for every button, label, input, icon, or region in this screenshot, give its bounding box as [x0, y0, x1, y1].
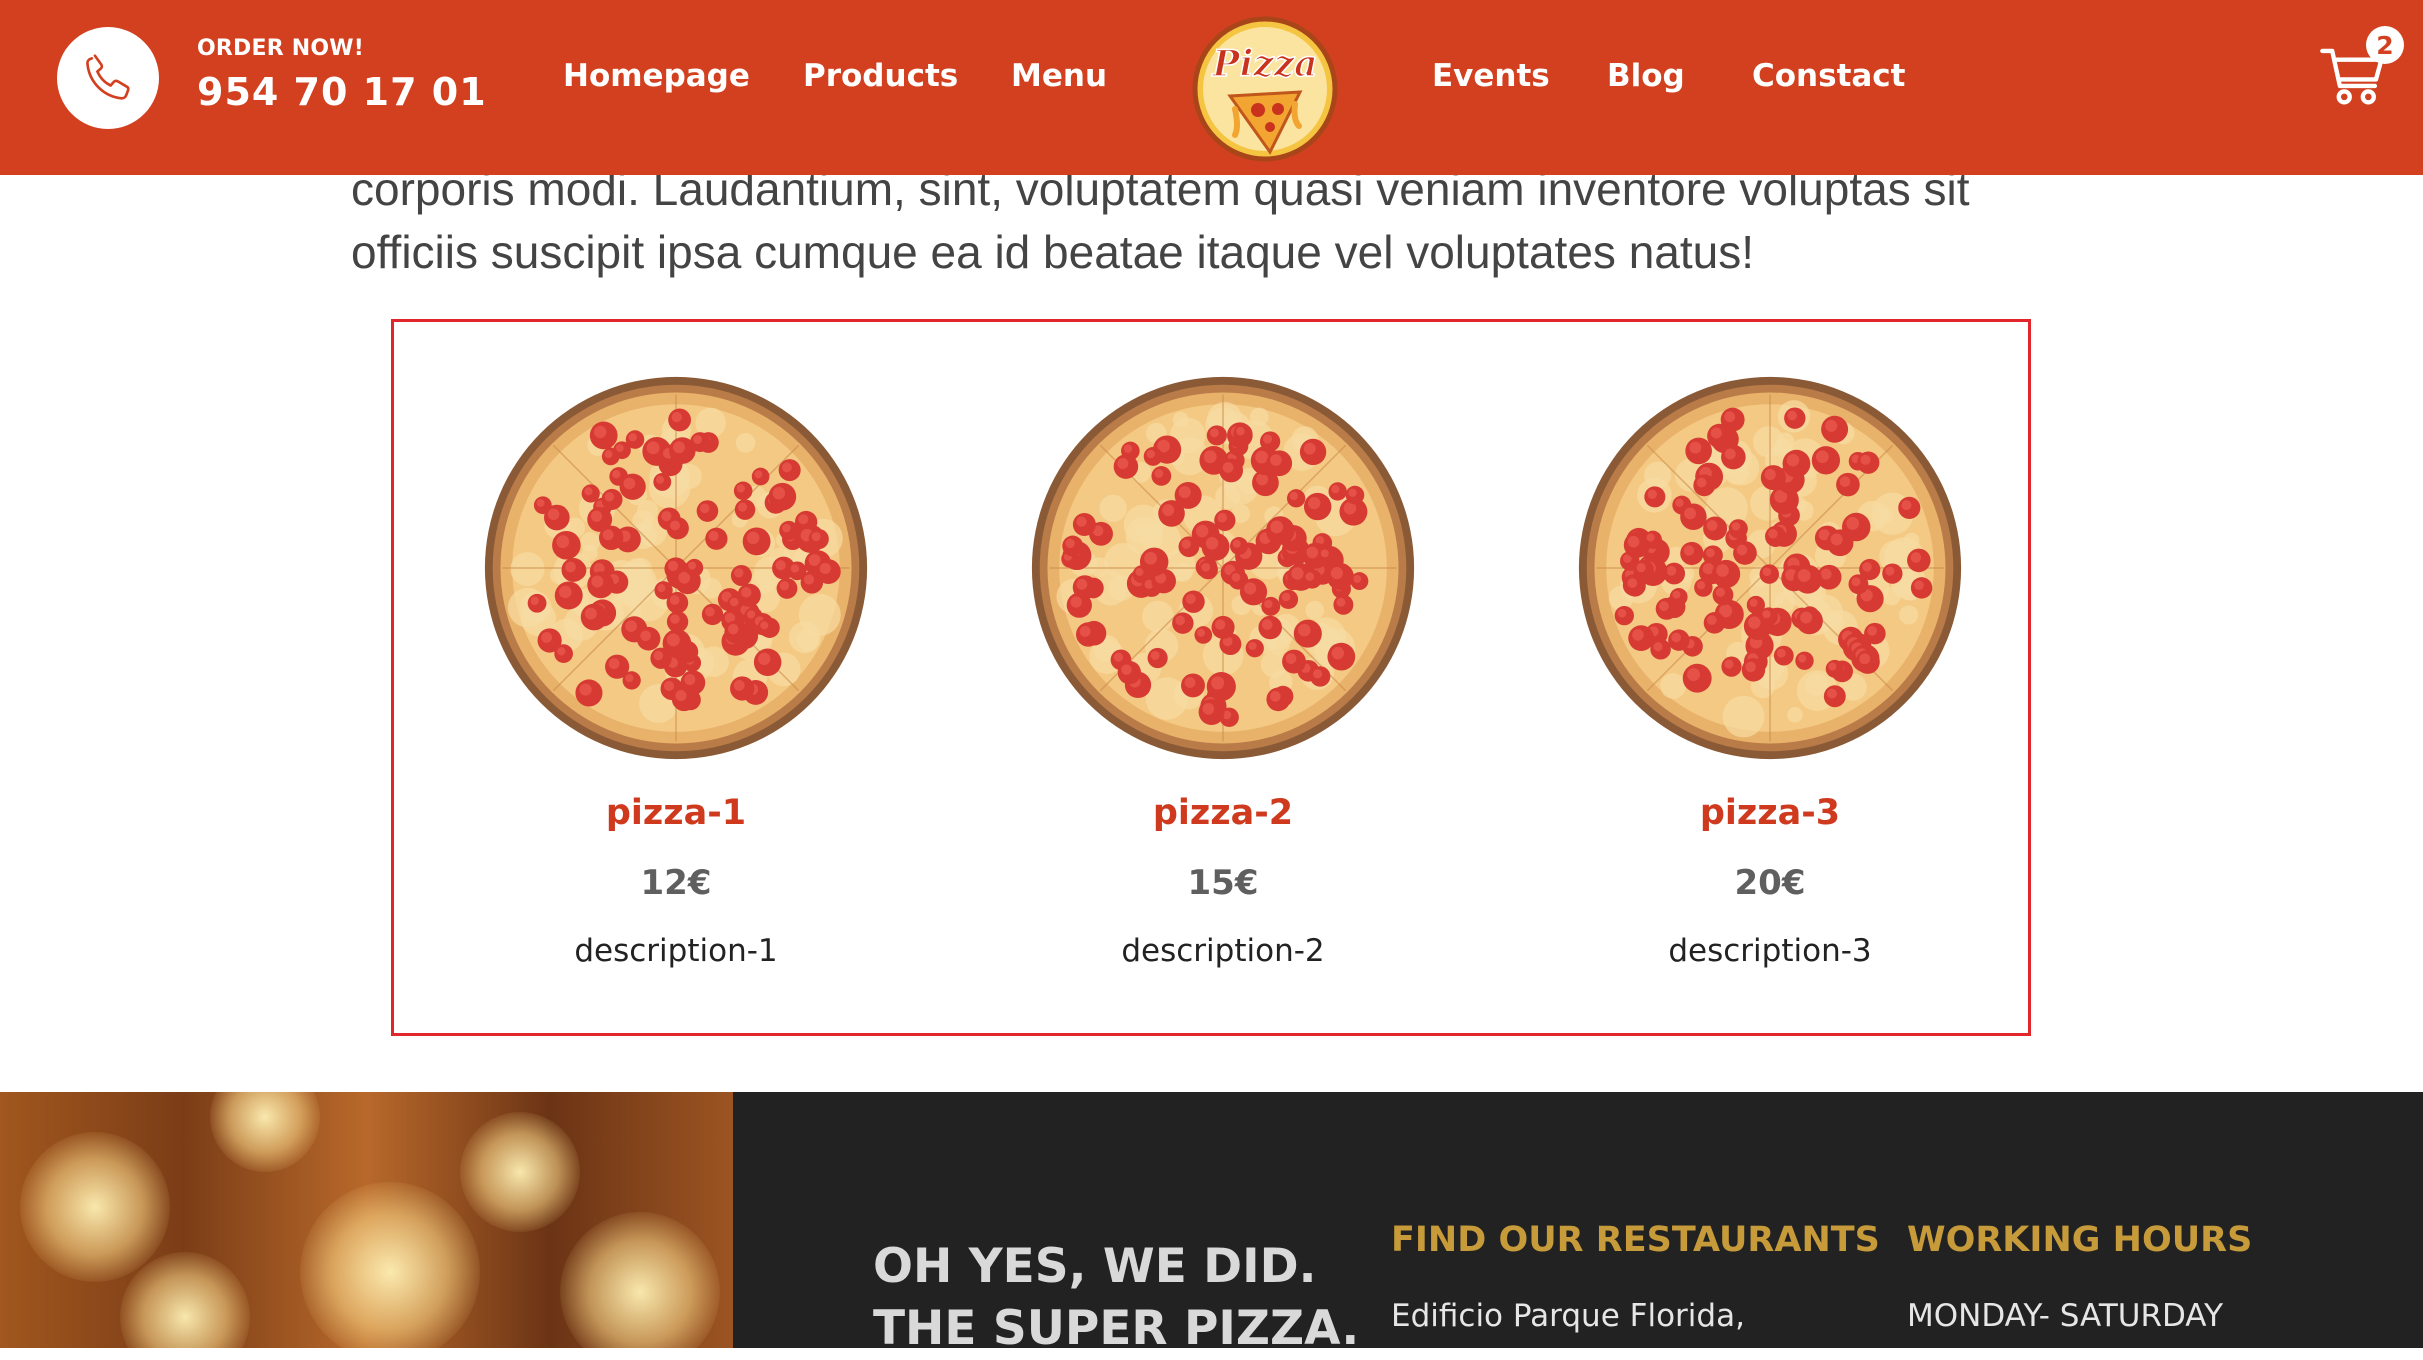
pizza-logo[interactable]: Pizza — [1190, 14, 1340, 164]
product-description: description-1 — [574, 933, 778, 969]
nav-events[interactable]: Events — [1432, 58, 1550, 94]
pizza-image[interactable] — [1028, 373, 1418, 763]
cart-count-badge: 2 — [2366, 26, 2404, 64]
working-hours-heading: WORKING HOURS — [1907, 1220, 2253, 1260]
tagline-line-2: THE SUPER PIZZA. — [873, 1301, 1360, 1356]
product-price: 12€ — [640, 863, 712, 903]
order-phone-number[interactable]: 954 70 17 01 — [197, 70, 487, 114]
nav-blog[interactable]: Blog — [1607, 58, 1685, 94]
product-name[interactable]: pizza-1 — [476, 793, 876, 833]
phone-icon-button[interactable] — [57, 27, 159, 129]
restaurant-address: Edificio Parque Florida, — [1391, 1298, 1745, 1334]
product-price: 20€ — [1734, 863, 1806, 903]
site-header: ORDER NOW! 954 70 17 01 Homepage Product… — [0, 0, 2423, 175]
footer-restaurant-photo — [0, 1092, 733, 1348]
intro-paragraph: corporis modi. Laudantium, sint, volupta… — [351, 158, 2101, 284]
product-card[interactable]: pizza-3 20€ description-3 — [1570, 373, 1970, 969]
shopping-cart-button[interactable]: 2 — [2318, 26, 2408, 106]
product-description: description-2 — [1121, 933, 1325, 969]
product-name[interactable]: pizza-3 — [1570, 793, 1970, 833]
order-now-label: ORDER NOW! — [197, 36, 364, 61]
nav-homepage[interactable]: Homepage — [563, 58, 750, 94]
intro-line-2: officiis suscipit ipsa cumque ea id beat… — [351, 226, 1754, 278]
nav-contact[interactable]: Constact — [1752, 58, 1906, 94]
tagline-line-1: OH YES, WE DID. — [873, 1239, 1317, 1294]
working-hours-days: MONDAY- SATURDAY — [1907, 1298, 2224, 1334]
restaurants-heading: FIND OUR RESTAURANTS — [1391, 1220, 1880, 1260]
nav-menu[interactable]: Menu — [1011, 58, 1107, 94]
nav-products[interactable]: Products — [803, 58, 958, 94]
footer-tagline: OH YES, WE DID. THE SUPER PIZZA. — [873, 1236, 1359, 1360]
pizza-image[interactable] — [481, 373, 871, 763]
product-description: description-3 — [1668, 933, 1872, 969]
product-name[interactable]: pizza-2 — [1023, 793, 1423, 833]
product-card[interactable]: pizza-1 12€ description-1 — [476, 373, 876, 969]
product-price: 15€ — [1187, 863, 1259, 903]
pizza-image[interactable] — [1575, 373, 1965, 763]
svg-text:Pizza: Pizza — [1212, 43, 1318, 85]
product-card[interactable]: pizza-2 15€ description-2 — [1023, 373, 1423, 969]
phone-icon — [86, 54, 130, 100]
product-grid: pizza-1 12€ description-1 pizza-2 15€ de… — [391, 319, 2031, 1036]
